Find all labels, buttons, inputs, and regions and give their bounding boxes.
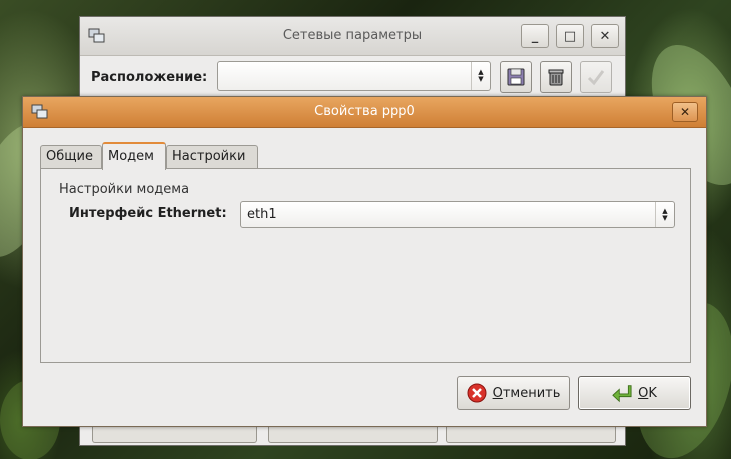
cancel-button[interactable]: Отменить xyxy=(457,376,570,410)
combo-arrows-icon: ▲ ▼ xyxy=(655,202,674,227)
ethernet-interface-value: eth1 xyxy=(247,207,277,222)
minimize-button[interactable]: _ xyxy=(521,24,549,48)
modem-tab-panel: Настройки модема Интерфейс Ethernet: eth… xyxy=(40,168,691,363)
checkmark-icon xyxy=(587,70,605,86)
minimize-icon: _ xyxy=(531,28,539,44)
cancel-icon xyxy=(467,383,487,403)
ok-button[interactable]: OK xyxy=(578,376,691,410)
combo-arrows-icon: ▲ ▼ xyxy=(471,62,490,90)
ppp0-properties-dialog: Свойства ppp0 ✕ Общие Модем Настройки На… xyxy=(22,96,707,427)
close-button[interactable]: ✕ xyxy=(591,24,619,48)
maximize-icon: □ xyxy=(563,28,577,44)
apply-location-button[interactable] xyxy=(580,61,612,93)
maximize-button[interactable]: □ xyxy=(556,24,584,48)
tab-general[interactable]: Общие xyxy=(40,145,102,169)
location-toolbar: Расположение: ▲ ▼ xyxy=(80,56,625,96)
delete-location-button[interactable] xyxy=(540,61,572,93)
enter-arrow-icon xyxy=(612,383,632,403)
cancel-label: Отменить xyxy=(492,385,561,401)
close-icon: ✕ xyxy=(679,105,691,119)
section-title: Настройки модема xyxy=(59,182,190,197)
tab-modem[interactable]: Модем xyxy=(102,142,166,170)
save-location-button[interactable] xyxy=(500,61,532,93)
location-label: Расположение: xyxy=(91,70,208,85)
tab-settings[interactable]: Настройки xyxy=(166,145,258,169)
dialog-titlebar[interactable]: Свойства ppp0 ✕ xyxy=(23,97,706,128)
ethernet-interface-combo[interactable]: eth1 ▲ ▼ xyxy=(240,201,675,228)
close-icon: ✕ xyxy=(599,28,611,44)
location-combo[interactable]: ▲ ▼ xyxy=(217,61,491,91)
ethernet-interface-label: Интерфейс Ethernet: xyxy=(69,206,227,221)
ok-label: OK xyxy=(638,385,657,401)
dialog-title: Свойства ppp0 xyxy=(314,104,415,119)
floppy-icon xyxy=(507,68,525,86)
window-titlebar[interactable]: Сетевые параметры _ □ ✕ xyxy=(80,17,625,56)
dialog-close-button[interactable]: ✕ xyxy=(672,102,698,122)
trash-icon xyxy=(548,69,564,86)
